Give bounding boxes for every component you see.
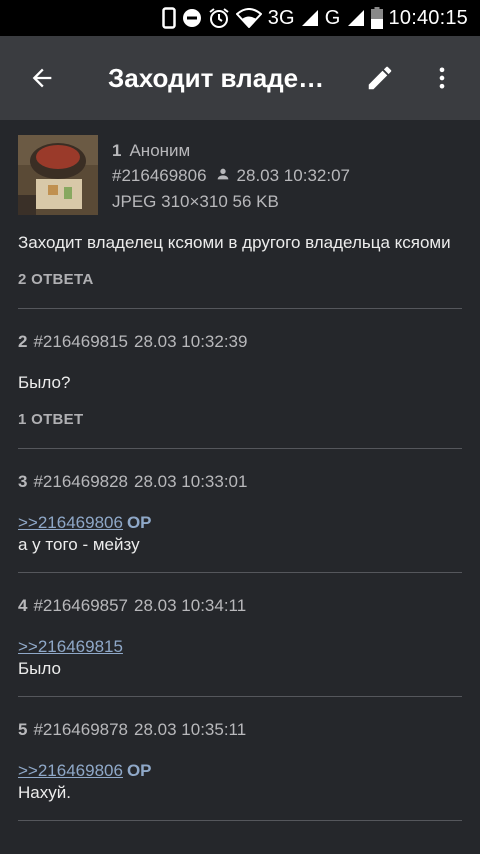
status-bar: 3G G 10:40:15 <box>0 0 480 36</box>
replies-button[interactable]: 1 ОТВЕТ <box>18 411 462 448</box>
person-icon <box>215 164 231 189</box>
post-comment: Нахуй. <box>18 783 71 802</box>
signal-icon-2 <box>347 9 365 27</box>
thread-title: Заходит владе… <box>108 62 325 93</box>
post-id: #216469815 <box>33 332 129 351</box>
more-vert-icon <box>439 67 445 89</box>
post[interactable]: 3 #216469828 28.03 10:33:01 >>216469806 OP … <box>0 449 480 572</box>
post-comment: а у того - мейзу <box>18 535 140 554</box>
reply-link[interactable]: >>216469806 <box>18 761 123 780</box>
post-id: #216469857 <box>33 596 129 615</box>
reply-button[interactable] <box>356 54 404 102</box>
post-comment: Заходит владелец ксяоми в другого владел… <box>18 233 451 252</box>
post-date: 28.03 10:35:11 <box>134 720 247 739</box>
signal-icon <box>301 9 319 27</box>
post[interactable]: 4 #216469857 28.03 10:34:11 >>216469815 Бы… <box>0 573 480 696</box>
replies-button[interactable]: 2 ОТВЕТА <box>18 271 462 308</box>
battery-icon <box>370 7 383 29</box>
post-number: 1 <box>112 141 122 160</box>
post-date: 28.03 10:33:01 <box>134 472 248 491</box>
network-3g-label: 3G <box>267 6 295 29</box>
alarm-icon <box>208 7 230 29</box>
file-info: JPEG 310×310 56 KB <box>112 192 279 212</box>
post[interactable]: 2 #216469815 28.03 10:32:39 Было? 1 ОТВЕТ <box>0 309 480 448</box>
arrow-back-icon <box>32 68 52 88</box>
post-number: 3 <box>18 472 28 491</box>
overflow-menu-button[interactable] <box>418 54 466 102</box>
post-comment: Было <box>18 659 61 678</box>
post-number: 2 <box>18 332 28 351</box>
toolbar: Заходит владе… <box>0 36 480 120</box>
post-date: 28.03 10:32:07 <box>236 166 350 185</box>
post-comment: Было? <box>18 373 71 392</box>
post-number: 5 <box>18 720 28 739</box>
post-date: 28.03 10:34:11 <box>134 596 247 615</box>
pencil-icon <box>368 66 392 90</box>
phone-icon <box>161 7 176 29</box>
post-date: 28.03 10:32:39 <box>134 332 248 351</box>
op-badge: OP <box>126 513 152 532</box>
post-thumbnail[interactable] <box>18 135 98 215</box>
thumbnail-image <box>18 135 98 215</box>
post-id: #216469806 <box>112 166 207 185</box>
op-badge: OP <box>126 761 152 780</box>
back-button[interactable] <box>18 54 66 102</box>
reply-link[interactable]: >>216469815 <box>18 637 123 656</box>
post[interactable]: 5 #216469878 28.03 10:35:11 >>216469806 OP … <box>0 697 480 820</box>
network-g-label: G <box>324 6 341 29</box>
do-not-disturb-icon <box>182 8 202 28</box>
wifi-icon <box>235 8 262 28</box>
op-post[interactable]: 1 Аноним #216469806 28.03 10:32:07 JPEG 31… <box>0 120 480 308</box>
poster-name: Аноним <box>129 141 191 160</box>
post-id: #216469878 <box>33 720 129 739</box>
divider <box>18 820 462 821</box>
reply-link[interactable]: >>216469806 <box>18 513 123 532</box>
post-id: #216469828 <box>33 472 129 491</box>
post-number: 4 <box>18 596 28 615</box>
clock: 10:40:15 <box>388 6 468 29</box>
